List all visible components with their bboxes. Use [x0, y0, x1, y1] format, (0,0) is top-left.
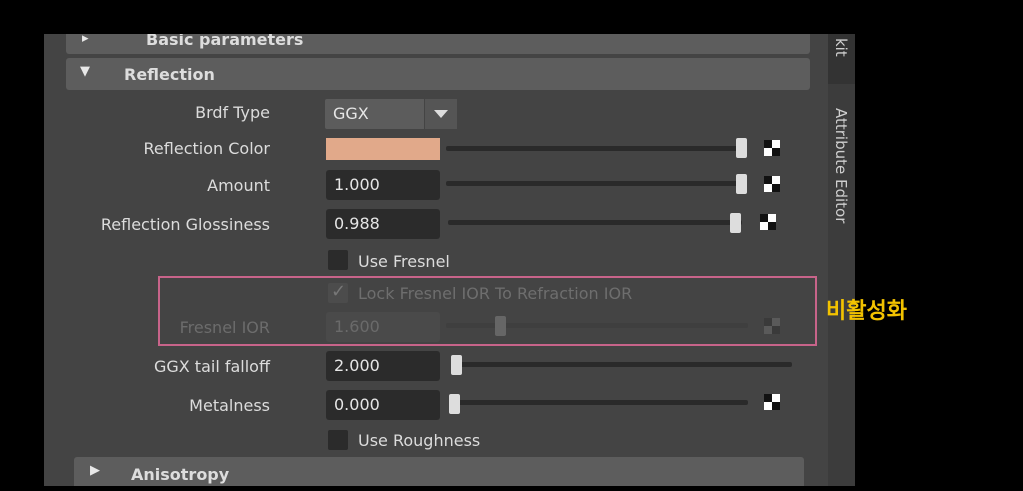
amount-input[interactable]: 1.000 [326, 170, 440, 200]
section-title: Basic parameters [146, 34, 304, 49]
ggx-tail-falloff-slider-handle[interactable] [451, 355, 462, 375]
reflection-color-slider-track[interactable] [446, 146, 740, 151]
use-fresnel-label: Use Fresnel [358, 252, 450, 271]
metalness-slider-handle[interactable] [449, 394, 460, 414]
glossiness-map-button[interactable] [760, 214, 776, 230]
reflection-color-map-button[interactable] [764, 140, 780, 156]
use-roughness-label: Use Roughness [358, 431, 481, 450]
amount-map-button[interactable] [764, 176, 780, 192]
amount-label: Amount [207, 176, 270, 195]
section-basic-parameters[interactable]: ▸ Basic parameters [66, 34, 810, 54]
collapsed-arrow-icon: ▸ [82, 34, 89, 46]
disabled-annotation: 비활성화 [826, 299, 907, 324]
brdf-type-dropdown[interactable]: GGX [325, 99, 457, 129]
metalness-label: Metalness [189, 396, 270, 415]
brdf-type-value: GGX [333, 104, 369, 123]
glossiness-slider-track[interactable] [448, 220, 742, 225]
side-tab-strip: kit Attribute Editor [828, 34, 855, 486]
glossiness-slider-handle[interactable] [730, 213, 741, 233]
collapsed-arrow-icon: ▶ [90, 463, 100, 478]
section-title: Reflection [124, 65, 215, 84]
reflection-color-label: Reflection Color [143, 139, 270, 158]
metalness-map-button[interactable] [764, 394, 780, 410]
section-anisotropy[interactable]: ▶ Anisotropy [74, 457, 804, 486]
reflection-color-swatch[interactable] [326, 138, 440, 160]
section-title: Anisotropy [131, 465, 230, 484]
amount-slider-handle[interactable] [736, 174, 747, 194]
ggx-tail-falloff-label: GGX tail falloff [153, 357, 270, 376]
brdf-type-label: Brdf Type [195, 103, 270, 122]
expanded-arrow-icon: ▼ [80, 64, 90, 79]
use-roughness-checkbox[interactable] [328, 430, 348, 450]
metalness-input[interactable]: 0.000 [326, 390, 440, 420]
attribute-panel: ▸ Basic parameters ▼ Reflection Brdf Typ… [44, 34, 828, 486]
chevron-down-icon[interactable] [424, 99, 457, 129]
tab-attribute-editor[interactable]: Attribute Editor [832, 108, 850, 223]
tab-toolkit[interactable]: kit [828, 34, 855, 84]
use-fresnel-checkbox[interactable] [328, 250, 348, 270]
disabled-highlight-box [158, 276, 817, 346]
ggx-tail-falloff-slider-track[interactable] [452, 362, 792, 367]
glossiness-input[interactable]: 0.988 [326, 209, 440, 239]
amount-slider-track[interactable] [446, 181, 740, 186]
glossiness-label: Reflection Glossiness [100, 215, 270, 234]
metalness-slider-track[interactable] [452, 400, 748, 405]
section-reflection[interactable]: ▼ Reflection [66, 58, 810, 90]
ggx-tail-falloff-input[interactable]: 2.000 [326, 351, 440, 381]
tab-toolkit-label: kit [832, 38, 850, 57]
reflection-color-slider-handle[interactable] [736, 138, 747, 158]
